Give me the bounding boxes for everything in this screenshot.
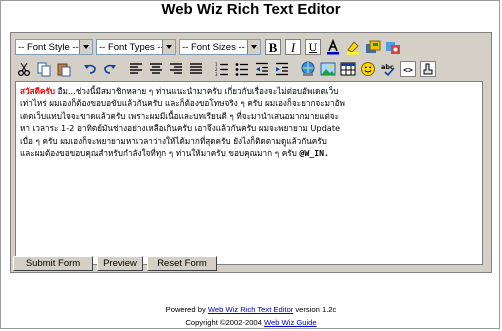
- editor-line-6: และผมต้องขอขอบคุณสำหรับกำลังใจที่ทุก ๆ ท…: [20, 147, 478, 159]
- open-button[interactable]: [384, 38, 402, 56]
- redo-button[interactable]: [101, 60, 119, 78]
- powered-link[interactable]: Web Wiz Rich Text Editor: [208, 305, 293, 314]
- footer-powered: Powered by Web Wiz Rich Text Editor vers…: [0, 305, 502, 314]
- powered-prefix: Powered by: [165, 305, 208, 314]
- outdent-button[interactable]: [253, 60, 271, 78]
- highlight-icon: [347, 41, 359, 55]
- footer-copyright: Copyright ©2002-2004 Web Wiz Guide: [0, 318, 502, 327]
- unordered-list-button[interactable]: [233, 60, 251, 78]
- table-icon: [340, 62, 356, 76]
- image-icon: [320, 62, 336, 76]
- spellcheck-button[interactable]: abc: [379, 60, 397, 78]
- save-icon: [366, 40, 381, 53]
- source-icon: <>: [400, 61, 416, 77]
- bold-icon: B: [265, 39, 281, 55]
- image-button[interactable]: [319, 60, 337, 78]
- undo-icon: [84, 64, 96, 74]
- preview-button[interactable]: Preview: [97, 256, 143, 271]
- ordered-list-icon: 123: [215, 62, 228, 77]
- unordered-list-icon: [235, 63, 248, 76]
- signature-text: @W_IN.: [299, 148, 329, 159]
- text-color-icon: [327, 39, 339, 55]
- copyright-prefix: Copyright ©2002-2004: [185, 318, 264, 327]
- chevron-down-icon[interactable]: [79, 40, 92, 54]
- paste-button[interactable]: [55, 60, 73, 78]
- cut-button[interactable]: [15, 60, 33, 78]
- undo-button[interactable]: [81, 60, 99, 78]
- underline-button[interactable]: U: [304, 38, 322, 56]
- editor-line-1: สวัสดีครับ อืม...ช่วงนี้มีสมาชิกหลาย ๆ ท…: [20, 85, 478, 97]
- svg-text:I: I: [290, 40, 296, 55]
- align-center-button[interactable]: [147, 60, 165, 78]
- font-style-value: -- Font Style --: [18, 41, 79, 53]
- align-left-button[interactable]: [127, 60, 145, 78]
- toolbar-row-2: 123 abc <>: [15, 59, 439, 79]
- copyright-link[interactable]: Web Wiz Guide: [264, 318, 317, 327]
- chevron-down-icon[interactable]: [247, 40, 260, 54]
- font-types-value: -- Font Types --: [99, 41, 164, 53]
- svg-text:<>: <>: [403, 66, 413, 75]
- chevron-down-icon[interactable]: [162, 40, 175, 54]
- bold-button[interactable]: B: [264, 38, 282, 56]
- justify-button[interactable]: [187, 60, 205, 78]
- editor-line-3: เดตเว็บแทบไจจะขาดแล้วครับ เพราะผมมีเนื้อ…: [20, 110, 339, 121]
- svg-text:B: B: [269, 40, 278, 55]
- submit-form-button[interactable]: Submit Form: [13, 256, 93, 271]
- copy-button[interactable]: [35, 60, 53, 78]
- table-button[interactable]: [339, 60, 357, 78]
- align-right-button[interactable]: [167, 60, 185, 78]
- clean-icon: [420, 61, 436, 77]
- link-button[interactable]: [299, 60, 317, 78]
- font-sizes-select[interactable]: -- Font Sizes --: [179, 39, 261, 55]
- page-title: Web Wiz Rich Text Editor: [161, 1, 341, 18]
- font-style-select[interactable]: -- Font Style --: [15, 39, 93, 55]
- link-icon: [301, 61, 315, 76]
- align-right-icon: [170, 63, 182, 74]
- powered-suffix: version 1.2c: [293, 305, 337, 314]
- open-icon: [386, 42, 400, 54]
- editor-panel: -- Font Style -- -- Font Types -- -- Fon…: [10, 32, 492, 273]
- outdent-icon: [256, 62, 268, 76]
- toolbar-row-1: -- Font Style -- -- Font Types -- -- Fon…: [15, 37, 404, 57]
- clean-button[interactable]: [419, 60, 437, 78]
- highlight-button[interactable]: [344, 38, 362, 56]
- emoticon-button[interactable]: [359, 60, 377, 78]
- reset-form-button[interactable]: Reset Form: [147, 256, 217, 271]
- font-sizes-value: -- Font Sizes --: [182, 41, 245, 53]
- text-color-button[interactable]: [324, 38, 342, 56]
- editor-line-5: เบื่อ ๆ ครับ ผมเองก็จะพยายามหาเวลาว่างให…: [20, 135, 327, 146]
- italic-button[interactable]: I: [284, 38, 302, 56]
- spellcheck-icon: abc: [381, 63, 395, 77]
- line1-text: อืม...ช่วงนี้มีสมาชิกหลาย ๆ ท่านแนะนำมาค…: [54, 86, 339, 96]
- svg-text:U: U: [309, 40, 318, 54]
- greeting-text: สวัสดีครับ: [20, 86, 55, 96]
- indent-icon: [276, 62, 288, 76]
- editor-line-2: เท่าไหร่ ผมเองก็ต้องขอบอขับแล้วกันครับ แ…: [20, 98, 345, 109]
- underline-icon: U: [305, 39, 321, 55]
- indent-button[interactable]: [273, 60, 291, 78]
- align-left-icon: [130, 63, 142, 74]
- italic-icon: I: [285, 39, 301, 55]
- justify-icon: [190, 63, 202, 74]
- editor-content-area[interactable]: สวัสดีครับ อืม...ช่วงนี้มีสมาชิกหลาย ๆ ท…: [15, 81, 483, 265]
- svg-text:3: 3: [215, 72, 218, 77]
- line6-text: และผมต้องขอขอบคุณสำหรับกำลังใจที่ทุก ๆ ท…: [20, 148, 300, 159]
- copy-icon: [37, 62, 51, 77]
- font-types-select[interactable]: -- Font Types --: [96, 39, 176, 55]
- redo-icon: [104, 64, 116, 74]
- save-button[interactable]: [364, 38, 382, 56]
- paste-icon: [57, 63, 71, 77]
- ordered-list-button[interactable]: 123: [213, 60, 231, 78]
- align-center-icon: [150, 63, 162, 74]
- emoticon-icon: [361, 62, 375, 76]
- cut-icon: [17, 62, 31, 77]
- source-button[interactable]: <>: [399, 60, 417, 78]
- editor-line-4: หา เวลาระ 1-2 อาทิตย์มันช่างอย่างเหลือเก…: [20, 123, 341, 134]
